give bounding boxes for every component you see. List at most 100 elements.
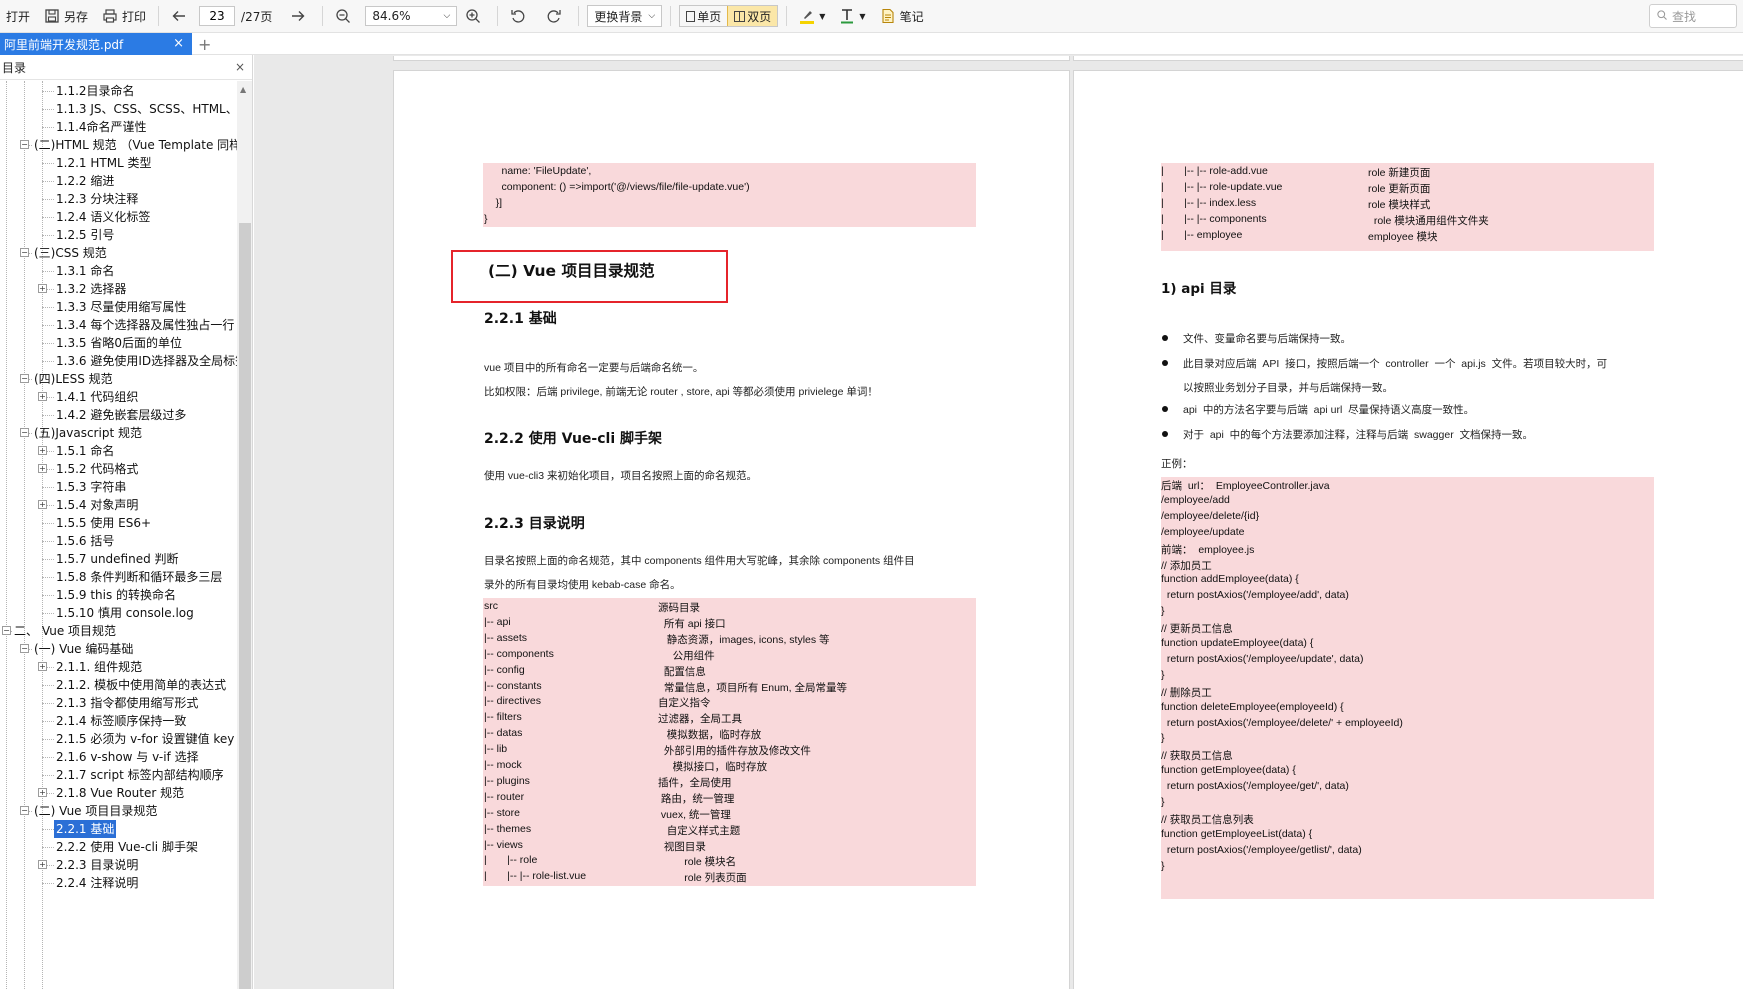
outline-item[interactable]: 1.3.1 命名 <box>0 262 237 280</box>
collapse-icon[interactable]: − <box>20 140 29 149</box>
outline-item[interactable]: +1.5.1 命名 <box>0 442 237 460</box>
outline-item[interactable]: 2.1.4 标签顺序保持一致 <box>0 712 237 730</box>
collapse-icon[interactable]: − <box>20 806 29 815</box>
rotate-right-button[interactable] <box>542 4 570 28</box>
zoom-value: 84.6% <box>372 9 411 23</box>
outline-item[interactable]: 1.3.6 避免使用ID选择器及全局标签选择器 <box>0 352 237 370</box>
outline-item[interactable]: 1.3.5 省略0后面的单位 <box>0 334 237 352</box>
expand-icon[interactable]: + <box>38 464 47 473</box>
zoom-out-button[interactable] <box>331 4 359 28</box>
outline-item[interactable]: − (三)CSS 规范 <box>0 244 237 262</box>
outline-item[interactable]: 2.2.4 注释说明 <box>0 874 237 892</box>
background-select[interactable]: 更换背景 ⌵ <box>587 5 663 27</box>
outline-item[interactable]: − (二) Vue 项目目录规范 <box>0 802 237 820</box>
zoom-select[interactable]: 84.6% ⌵ <box>365 6 458 26</box>
zoom-in-button[interactable] <box>461 4 489 28</box>
outline-item[interactable]: +1.5.4 对象声明 <box>0 496 237 514</box>
outline-item[interactable]: +2.2.3 目录说明 <box>0 856 237 874</box>
outline-item[interactable]: 1.4.2 避免嵌套层级过多 <box>0 406 237 424</box>
open-button[interactable]: 打开 <box>2 4 34 28</box>
outline-item[interactable]: 1.2.4 语义化标签 <box>0 208 237 226</box>
outline-item[interactable]: 1.5.3 字符串 <box>0 478 237 496</box>
toolbar-divider <box>786 6 788 26</box>
close-icon[interactable]: × <box>235 60 245 74</box>
outline-item[interactable]: 2.1.3 指令都使用缩写形式 <box>0 694 237 712</box>
tree-branch-line <box>42 577 54 578</box>
expand-icon[interactable]: + <box>38 860 47 869</box>
outline-item[interactable]: − 二、 Vue 项目规范 <box>0 622 237 640</box>
notes-button[interactable]: 笔记 <box>876 4 928 28</box>
scroll-up-icon[interactable]: ▲ <box>240 85 246 94</box>
outline-item[interactable]: 2.1.6 v-show 与 v-if 选择 <box>0 748 237 766</box>
page-number-input[interactable] <box>199 6 236 26</box>
outline-item-label: 1.4.2 避免嵌套层级过多 <box>56 408 187 422</box>
outline-item[interactable]: +1.5.2 代码格式 <box>0 460 237 478</box>
directory-description: 自定义样式主题 <box>658 824 741 837</box>
outline-item[interactable]: 1.1.2目录命名 <box>0 82 237 100</box>
outline-item[interactable]: − (一) Vue 编码基础 <box>0 640 237 658</box>
search-box[interactable]: 查找 <box>1649 4 1737 28</box>
collapse-icon[interactable]: − <box>20 644 29 653</box>
outline-item[interactable]: +2.1.8 Vue Router 规范 <box>0 784 237 802</box>
outline-item[interactable]: 2.1.7 script 标签内部结构顺序 <box>0 766 237 784</box>
outline-item[interactable]: 1.5.10 慎用 console.log <box>0 604 237 622</box>
close-icon[interactable]: × <box>173 36 184 51</box>
expand-icon[interactable]: + <box>38 500 47 509</box>
new-tab-button[interactable]: + <box>198 35 211 54</box>
outline-item[interactable]: 1.3.3 尽量使用缩写属性 <box>0 298 237 316</box>
outline-item[interactable]: 2.1.5 必须为 v-for 设置键值 key <box>0 730 237 748</box>
outline-item-label: (二) Vue 项目目录规范 <box>34 804 158 818</box>
outline-item[interactable]: 1.1.4命名严谨性 <box>0 118 237 136</box>
expand-icon[interactable]: + <box>38 284 47 293</box>
outline-item[interactable]: 1.2.1 HTML 类型 <box>0 154 237 172</box>
text-tool-button[interactable]: ▼ <box>835 4 869 28</box>
outline-scrollbar[interactable]: ▲ <box>237 81 252 989</box>
outline-item[interactable]: +2.1.1. 组件规范 <box>0 658 237 676</box>
rotate-left-button[interactable] <box>506 4 534 28</box>
next-page-button[interactable] <box>286 4 314 28</box>
outline-item[interactable]: 1.5.9 this 的转换命名 <box>0 586 237 604</box>
double-page-button[interactable]: 双页 <box>727 6 778 26</box>
outline-item[interactable]: 1.5.6 括号 <box>0 532 237 550</box>
code-line: // 删除员工 <box>1161 686 1212 699</box>
outline-item[interactable]: +1.4.1 代码组织 <box>0 388 237 406</box>
prev-page-button[interactable] <box>167 4 195 28</box>
outline-item[interactable]: 2.1.2. 模板中使用简单的表达式 <box>0 676 237 694</box>
outline-item[interactable]: 1.5.5 使用 ES6+ <box>0 514 237 532</box>
highlight-button[interactable]: ▼ <box>795 4 829 28</box>
outline-item[interactable]: 1.5.7 undefined 判断 <box>0 550 237 568</box>
expand-icon[interactable]: + <box>38 446 47 455</box>
outline-item[interactable]: 1.2.3 分块注释 <box>0 190 237 208</box>
outline-item[interactable]: −(二)HTML 规范 （Vue Template 同样适用） <box>0 136 237 154</box>
tree-branch-line <box>42 613 54 614</box>
outline-item[interactable]: 1.5.8 条件判断和循环最多三层 <box>0 568 237 586</box>
outline-item[interactable]: 1.2.2 缩进 <box>0 172 237 190</box>
directory-path: | |-- |-- components <box>1161 213 1267 225</box>
expand-icon[interactable]: + <box>38 662 47 671</box>
highlight-annotation-box[interactable] <box>451 250 728 303</box>
directory-description: 插件，全局使用 <box>658 776 732 789</box>
outline-item[interactable]: − (四)LESS 规范 <box>0 370 237 388</box>
outline-item[interactable]: 1.2.5 引号 <box>0 226 237 244</box>
collapse-icon[interactable]: − <box>20 374 29 383</box>
outline-item[interactable]: 1.3.4 每个选择器及属性独占一行 <box>0 316 237 334</box>
document-viewer[interactable]: name: 'FileUpdate', component: () =>impo… <box>254 55 1743 989</box>
outline-item[interactable]: +1.3.2 选择器 <box>0 280 237 298</box>
outline-item[interactable]: 2.2.1 基础 <box>0 820 237 838</box>
single-page-button[interactable]: 单页 <box>680 6 727 26</box>
save-as-button[interactable]: 另存 <box>40 4 92 28</box>
outline-item[interactable]: − (五)Javascript 规范 <box>0 424 237 442</box>
outline-item[interactable]: 1.1.3 JS、CSS、SCSS、HTML、PNG <box>0 100 237 118</box>
bullet-dot <box>1162 335 1168 341</box>
tab-document[interactable]: 阿里前端开发规范.pdf × <box>0 33 192 55</box>
collapse-icon[interactable]: − <box>20 248 29 257</box>
print-button[interactable]: 打印 <box>98 4 150 28</box>
code-line: } <box>1161 605 1165 618</box>
search-icon <box>1656 9 1668 24</box>
collapse-icon[interactable]: − <box>2 626 11 635</box>
collapse-icon[interactable]: − <box>20 428 29 437</box>
expand-icon[interactable]: + <box>38 788 47 797</box>
expand-icon[interactable]: + <box>38 392 47 401</box>
outline-item[interactable]: 2.2.2 使用 Vue-cli 脚手架 <box>0 838 237 856</box>
scrollbar-thumb[interactable] <box>239 223 251 989</box>
